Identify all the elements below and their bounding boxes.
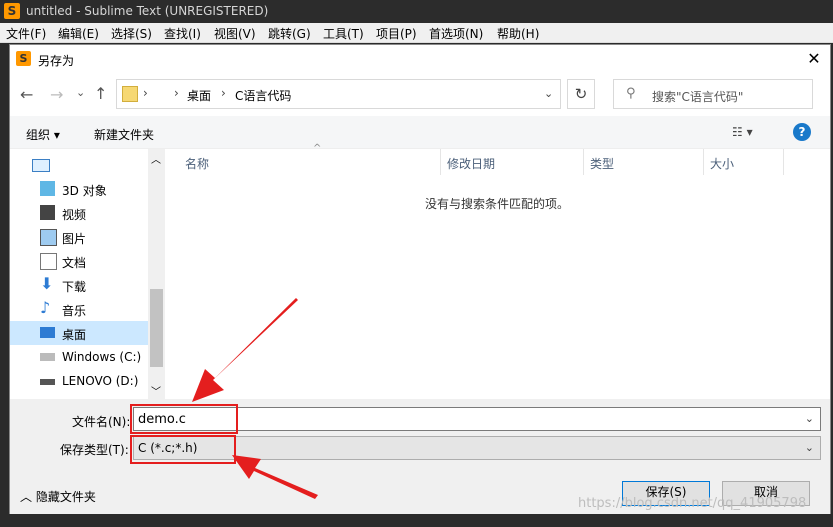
watermark: https://blog.csdn.net/qq_41905798: [578, 496, 807, 511]
annotation-arrows: [192, 298, 318, 499]
annotation-arrow-up: [192, 298, 298, 402]
annotation-arrow-down: [232, 455, 318, 499]
